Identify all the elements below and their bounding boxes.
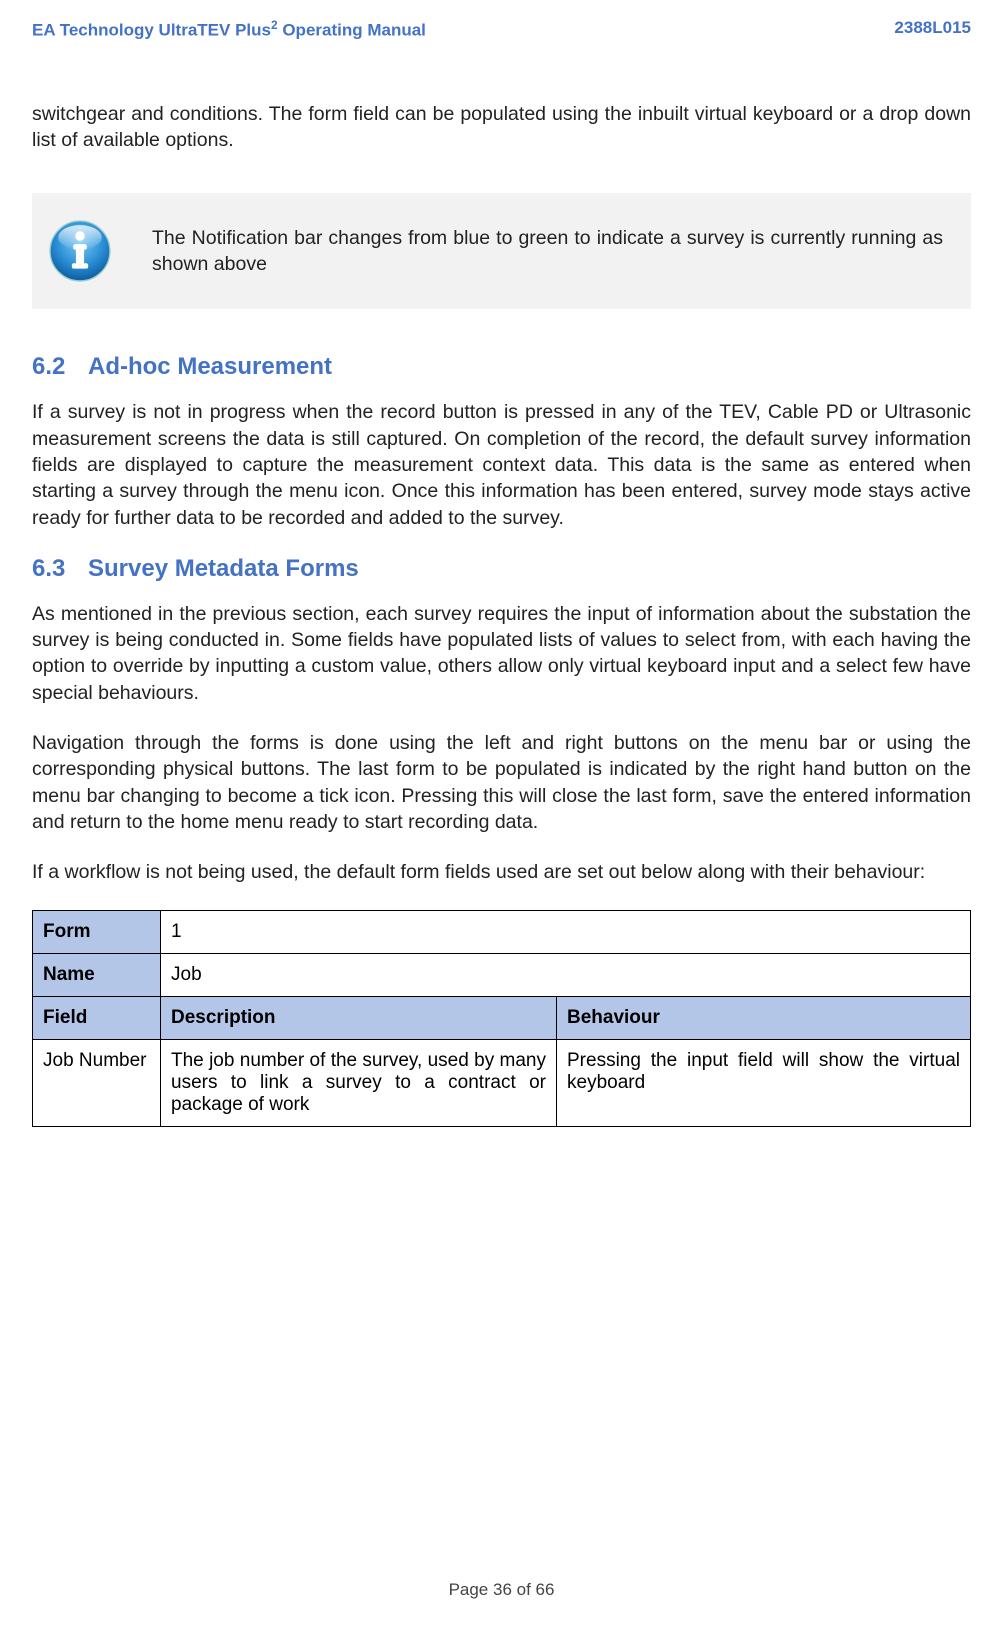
section-6-3-para3: If a workflow is not being used, the def…: [32, 859, 971, 885]
name-label-cell: Name: [33, 953, 161, 996]
info-box-text: The Notification bar changes from blue t…: [152, 225, 949, 278]
section-6-3-number: 6.3: [32, 555, 88, 583]
table-row: Job Number The job number of the survey,…: [33, 1039, 971, 1126]
table-form-row: Form 1: [33, 910, 971, 953]
section-6-3-para1: As mentioned in the previous section, ea…: [32, 601, 971, 706]
row-field: Job Number: [33, 1039, 161, 1126]
header-left: EA Technology UltraTEV Plus2 Operating M…: [32, 18, 426, 41]
col-beh-header: Behaviour: [557, 996, 971, 1039]
section-6-2-para: If a survey is not in progress when the …: [32, 399, 971, 531]
header-title-sup: 2: [271, 18, 278, 32]
form-label-cell: Form: [33, 910, 161, 953]
table-name-row: Name Job: [33, 953, 971, 996]
header-title-prefix: EA Technology UltraTEV Plus: [32, 21, 271, 40]
section-6-2-heading: 6.2Ad-hoc Measurement: [32, 353, 971, 381]
page-header: EA Technology UltraTEV Plus2 Operating M…: [0, 0, 1003, 53]
intro-paragraph: switchgear and conditions. The form fiel…: [32, 101, 971, 154]
row-beh: Pressing the input field will show the v…: [557, 1039, 971, 1126]
section-6-3-title: Survey Metadata Forms: [88, 555, 359, 582]
page-footer: Page 36 of 66: [0, 1580, 1003, 1600]
metadata-form-table: Form 1 Name Job Field Description Behavi…: [32, 910, 971, 1127]
col-field-header: Field: [33, 996, 161, 1039]
header-title-suffix: Operating Manual: [278, 21, 426, 40]
name-value-cell: Job: [161, 953, 971, 996]
info-box: The Notification bar changes from blue t…: [32, 193, 971, 309]
info-icon: [44, 215, 116, 287]
section-6-3-heading: 6.3Survey Metadata Forms: [32, 555, 971, 583]
section-6-2-number: 6.2: [32, 353, 88, 381]
section-6-2-title: Ad-hoc Measurement: [88, 353, 332, 380]
form-value-cell: 1: [161, 910, 971, 953]
page-content: switchgear and conditions. The form fiel…: [0, 53, 1003, 1127]
table-header-row: Field Description Behaviour: [33, 996, 971, 1039]
section-6-3-para2: Navigation through the forms is done usi…: [32, 730, 971, 835]
row-desc: The job number of the survey, used by ma…: [161, 1039, 557, 1126]
col-desc-header: Description: [161, 996, 557, 1039]
header-doc-number: 2388L015: [894, 18, 971, 41]
